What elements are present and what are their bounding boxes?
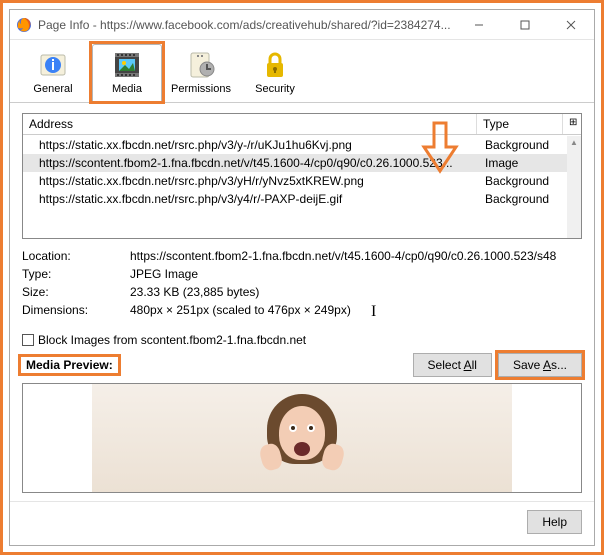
preview-image [92, 384, 512, 492]
cell-type: Background [481, 138, 567, 152]
block-images-checkbox[interactable] [22, 334, 34, 346]
tab-security[interactable]: Security [240, 44, 310, 102]
location-value: https://scontent.fbom2-1.fna.fbcdn.net/v… [130, 249, 582, 263]
location-label: Location: [22, 249, 130, 263]
save-as-button[interactable]: Save As... [498, 353, 582, 377]
cell-address: https://scontent.fbom2-1.fna.fbcdn.net/v… [23, 156, 481, 170]
size-value: 23.33 KB (23,885 bytes) [130, 285, 582, 299]
firefox-icon [16, 17, 32, 33]
media-preview [22, 383, 582, 493]
help-button[interactable]: Help [527, 510, 582, 534]
lock-icon [259, 49, 291, 81]
tab-label: Security [255, 83, 295, 95]
tab-label: General [33, 83, 72, 95]
cell-type: Background [481, 192, 567, 206]
window-title: Page Info - https://www.facebook.com/ads… [38, 18, 456, 32]
media-preview-label: Media Preview: [22, 356, 117, 374]
table-row[interactable]: https://static.xx.fbcdn.net/rsrc.php/v3/… [23, 136, 567, 154]
tab-general[interactable]: General [18, 44, 88, 102]
tab-label: Permissions [171, 83, 231, 95]
table-row[interactable]: https://scontent.fbom2-1.fna.fbcdn.net/v… [23, 154, 567, 172]
size-label: Size: [22, 285, 130, 299]
cell-type: Image [481, 156, 567, 170]
title-bar: Page Info - https://www.facebook.com/ads… [10, 10, 594, 40]
cell-address: https://static.xx.fbcdn.net/rsrc.php/v3/… [23, 138, 481, 152]
select-all-button[interactable]: Select All [413, 353, 492, 377]
column-picker[interactable]: ⊞ [563, 114, 581, 134]
scrollbar[interactable]: ▲ [567, 136, 581, 238]
tab-strip: General Media Permissions [10, 40, 594, 103]
dimensions-label: Dimensions: [22, 303, 130, 317]
cell-address: https://static.xx.fbcdn.net/rsrc.php/v3/… [23, 192, 481, 206]
cell-address: https://static.xx.fbcdn.net/rsrc.php/v3/… [23, 174, 481, 188]
media-icon [111, 49, 143, 81]
close-button[interactable] [548, 10, 594, 40]
tab-label: Media [112, 83, 142, 95]
tab-permissions[interactable]: Permissions [166, 44, 236, 102]
table-row[interactable]: https://static.xx.fbcdn.net/rsrc.php/v3/… [23, 172, 567, 190]
info-icon [37, 49, 69, 81]
media-properties: Location:https://scontent.fbom2-1.fna.fb… [22, 247, 582, 319]
media-table: Address Type ⊞ https://static.xx.fbcdn.n… [22, 113, 582, 239]
cell-type: Background [481, 174, 567, 188]
permissions-icon [185, 49, 217, 81]
table-row[interactable]: https://static.xx.fbcdn.net/rsrc.php/v3/… [23, 190, 567, 208]
col-address[interactable]: Address [23, 114, 477, 134]
type-value: JPEG Image [130, 267, 582, 281]
minimize-button[interactable] [456, 10, 502, 40]
scroll-up-icon: ▲ [570, 136, 578, 150]
block-images-label: Block Images from scontent.fbom2-1.fna.f… [38, 333, 306, 347]
dimensions-value: 480px × 251px (scaled to 476px × 249px) [130, 303, 582, 317]
maximize-button[interactable] [502, 10, 548, 40]
col-type[interactable]: Type [477, 114, 563, 134]
type-label: Type: [22, 267, 130, 281]
tab-media[interactable]: Media [92, 44, 162, 103]
